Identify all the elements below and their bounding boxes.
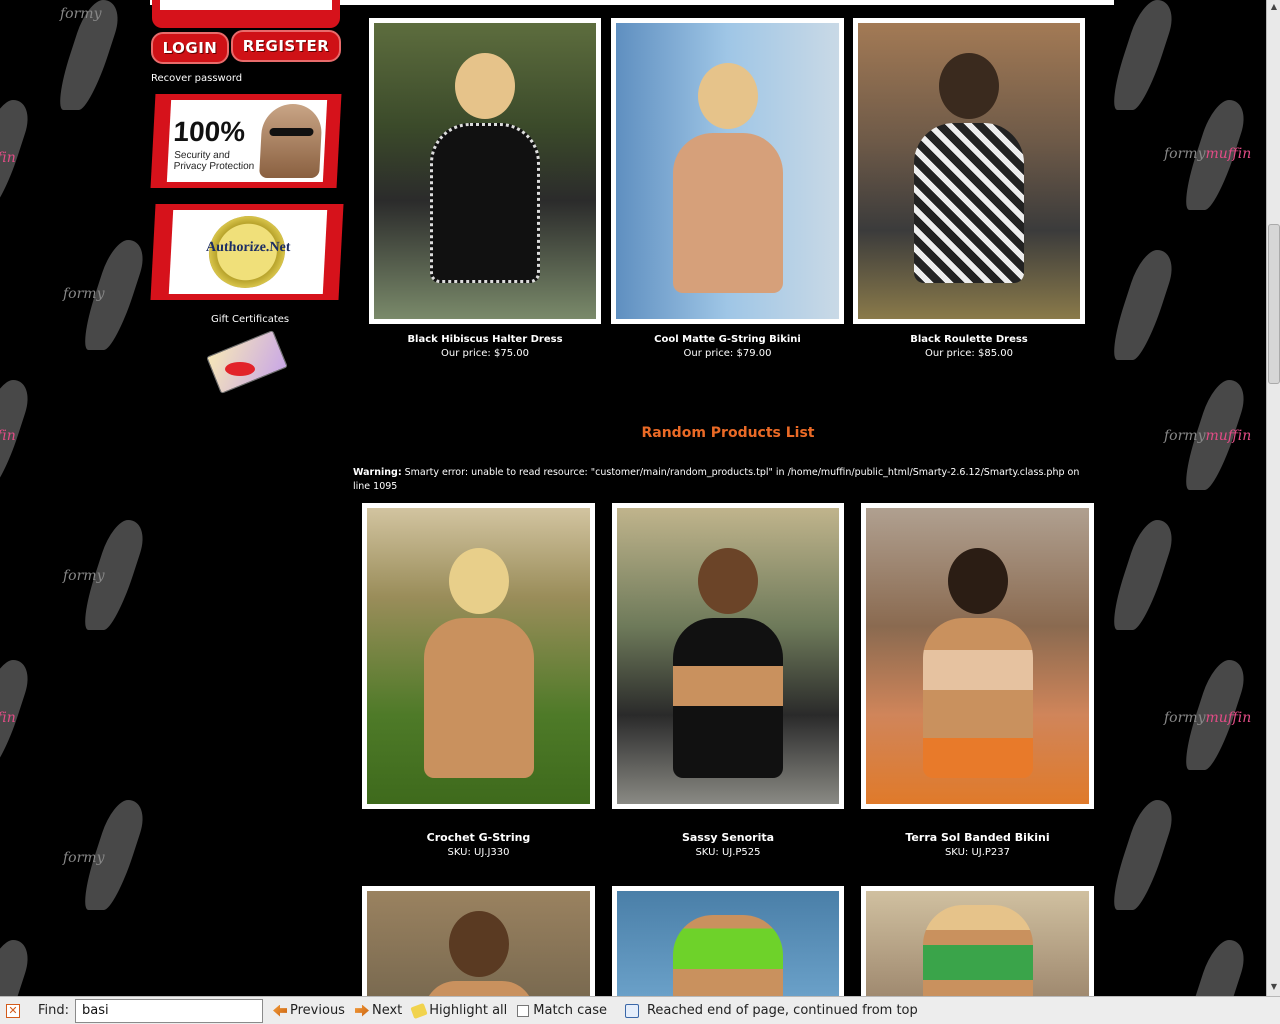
scroll-down-arrow-icon[interactable]: ▼ [1269, 982, 1279, 992]
product-price: Our price: $79.00 [683, 348, 772, 359]
product-photo [866, 891, 1089, 1005]
watermark-silhouette: muffin [0, 380, 36, 500]
find-bar: ✕ Find: Previous Next Highlight all Matc… [0, 996, 1280, 1024]
watermark-silhouette: formy [63, 520, 150, 640]
authorize-net-panel: Authorize.Net [168, 210, 328, 294]
product-photo [374, 23, 596, 319]
register-button[interactable]: REGISTER [231, 30, 341, 62]
find-label: Find: [38, 1003, 70, 1018]
login-button[interactable]: LOGIN [151, 32, 229, 64]
security-badge[interactable]: 100% Security and Privacy Protection [150, 94, 342, 188]
security-badge-photo [259, 104, 323, 178]
watermark-silhouette: muffin [0, 660, 36, 780]
product-sku: SKU: UJ.J330 [447, 847, 510, 858]
product-image-link[interactable] [861, 886, 1094, 1005]
gift-certificates-label[interactable]: Gift Certificates [211, 314, 289, 325]
scrollbar-thumb[interactable] [1268, 224, 1280, 384]
watermark-silhouette: formy [63, 800, 150, 920]
product-sku: SKU: UJ.P237 [944, 847, 1011, 858]
product-photo [616, 23, 839, 319]
authorize-net-badge[interactable]: Authorize.Net [150, 204, 344, 300]
password-field[interactable] [160, 0, 332, 10]
product-image-link[interactable] [612, 503, 844, 809]
watermark-silhouette [0, 940, 36, 996]
login-box [152, 0, 340, 28]
find-status: Reached end of page, continued from top [624, 1003, 918, 1018]
highlighter-icon [410, 1002, 428, 1019]
product-title-link[interactable]: Terra Sol Banded Bikini [861, 831, 1094, 844]
watermark-silhouette [1114, 800, 1180, 920]
watermark-silhouette [1114, 520, 1180, 640]
find-previous-button[interactable]: Previous [273, 1003, 345, 1018]
checkbox-icon[interactable] [517, 1004, 530, 1017]
product-image-link[interactable] [369, 18, 601, 324]
product-image-link[interactable] [861, 503, 1094, 809]
watermark-silhouette: formymuffin [1164, 660, 1252, 780]
product-image-link[interactable] [362, 503, 595, 809]
watermark-silhouette [1114, 250, 1180, 370]
product-price: Our price: $75.00 [441, 348, 529, 359]
vertical-scrollbar[interactable]: ▲ ▼ [1266, 0, 1280, 996]
highlight-all-button[interactable]: Highlight all [410, 1002, 507, 1019]
arrow-left-icon [273, 1004, 288, 1017]
section-title: Random Products List [641, 425, 815, 441]
product-image-link[interactable] [853, 18, 1085, 324]
product-photo [858, 23, 1080, 319]
product-title-link[interactable]: Crochet G-String [362, 831, 595, 844]
product-image-link[interactable] [611, 18, 844, 324]
smarty-warning: Warning: Smarty error: unable to read re… [353, 467, 1080, 492]
authorize-net-label: Authorize.Net [205, 240, 291, 255]
watermark-silhouette: formy [52, 0, 126, 120]
product-photo [617, 891, 839, 1005]
arrow-right-icon [354, 1004, 369, 1017]
watermark-silhouette: formymuffin [1164, 380, 1252, 500]
left-background-gutter: formy formymuffin formy muffin formy muf… [0, 0, 150, 996]
watermark-silhouette [1178, 940, 1252, 996]
wrap-around-icon [624, 1003, 639, 1018]
right-background-gutter: formymuffin formymuffin formymuffin [1114, 0, 1266, 996]
product-photo [617, 508, 839, 804]
product-title-link[interactable]: Sassy Senorita [612, 831, 844, 844]
product-price: Our price: $85.00 [925, 348, 1013, 359]
security-badge-caption: Security and Privacy Protection [173, 150, 255, 172]
watermark-silhouette [1114, 0, 1180, 120]
product-image-link[interactable] [612, 886, 844, 1005]
product-photo [367, 891, 590, 1021]
watermark-silhouette: formymuffin [0, 100, 36, 220]
product-sku: SKU: UJ.P525 [695, 847, 761, 858]
product-photo [367, 508, 590, 804]
watermark-silhouette: formy [63, 240, 150, 360]
product-title-link[interactable]: Black Hibiscus Halter Dress [369, 334, 601, 345]
find-input[interactable] [75, 998, 264, 1023]
gift-certificate-icon[interactable] [205, 328, 289, 395]
match-case-checkbox[interactable]: Match case [517, 1003, 607, 1018]
watermark-silhouette: formymuffin [1164, 100, 1252, 220]
product-photo [866, 508, 1089, 804]
close-find-bar-icon[interactable]: ✕ [6, 1003, 20, 1018]
find-next-button[interactable]: Next [354, 1003, 402, 1018]
recover-password-link[interactable]: Recover password [151, 73, 242, 84]
security-badge-percent: 100% [172, 116, 246, 147]
product-image-link[interactable] [362, 886, 595, 1021]
security-badge-panel: 100% Security and Privacy Protection [166, 100, 328, 182]
scroll-up-arrow-icon[interactable]: ▲ [1269, 2, 1279, 12]
product-title-link[interactable]: Black Roulette Dress [853, 334, 1085, 345]
product-title-link[interactable]: Cool Matte G-String Bikini [611, 334, 844, 345]
